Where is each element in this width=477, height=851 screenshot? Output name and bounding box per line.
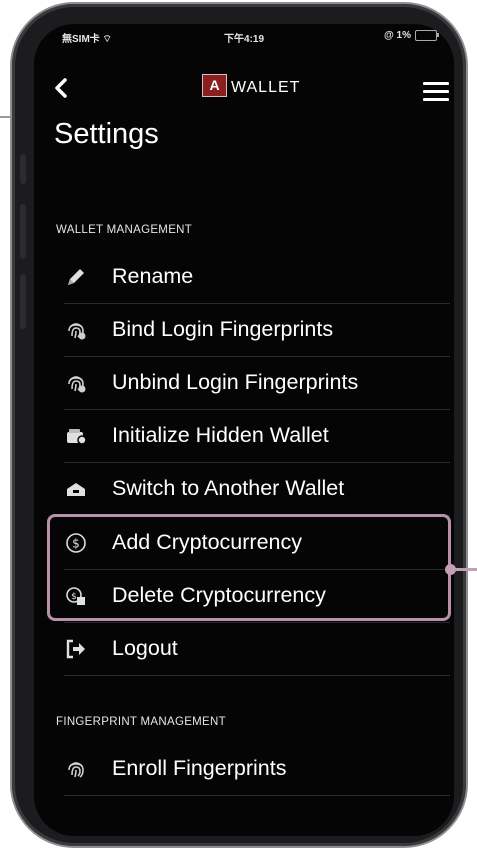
menu-item-enroll-fingerprints[interactable]: Enroll Fingerprints (64, 742, 450, 796)
brand-text: WALLET (231, 78, 301, 96)
battery-text: @ 1% (384, 30, 411, 41)
menu-item-rename[interactable]: Rename (64, 250, 450, 304)
page-title: Settings (54, 118, 159, 150)
chevron-left-icon[interactable] (52, 74, 70, 108)
section-header-fingerprint-management: FINGERPRINT MANAGEMENT (56, 716, 226, 728)
status-bar: 無SIM卡 ⌔ 下午4:19 @ 1% (44, 30, 451, 45)
menu-item-label: Bind Login Fingerprints (112, 317, 334, 341)
menu-item-bind-login-fingerprints[interactable]: Bind Login Fingerprints (64, 303, 450, 357)
switch-wallet-icon (64, 477, 88, 501)
menu-item-switch-to-another-wallet[interactable]: Switch to Another Wallet (64, 462, 450, 516)
pencil-icon (64, 265, 88, 289)
clock-text: 下午4:19 (223, 34, 265, 45)
mute-switch (20, 154, 26, 184)
logout-icon (64, 637, 88, 661)
menu-item-label: Logout (112, 636, 178, 660)
menu-item-label: Enroll Fingerprints (112, 756, 287, 780)
battery-indicator: @ 1% (384, 30, 439, 41)
menu-item-unbind-login-fingerprints[interactable]: Unbind Login Fingerprints (64, 356, 450, 410)
fingerprint-icon (64, 318, 88, 342)
battery-icon (415, 30, 439, 41)
volume-up-button (20, 204, 26, 259)
menu-item-label: Unbind Login Fingerprints (112, 370, 359, 394)
hamburger-menu-icon[interactable] (423, 82, 449, 106)
section-header-wallet-management: WALLET MANAGEMENT (56, 224, 193, 236)
app-logo: A (202, 74, 227, 97)
menu-item-label: Switch to Another Wallet (112, 476, 345, 500)
app-brand: A WALLET (202, 74, 300, 97)
callout-line (455, 568, 477, 571)
carrier-text: 無SIM卡 ⌔ (62, 34, 112, 45)
menu-item-logout[interactable]: Logout (64, 622, 450, 676)
wallet-icon (64, 424, 88, 448)
fingerprint-icon (64, 757, 88, 781)
menu-item-initialize-hidden-wallet[interactable]: Initialize Hidden Wallet (64, 409, 450, 463)
menu-item-label: Rename (112, 264, 194, 288)
fingerprint-icon (64, 371, 88, 395)
volume-down-button (20, 274, 26, 329)
highlight-box (47, 514, 451, 621)
menu-item-label: Initialize Hidden Wallet (112, 423, 329, 447)
navigation-bar: A WALLET (52, 74, 453, 104)
